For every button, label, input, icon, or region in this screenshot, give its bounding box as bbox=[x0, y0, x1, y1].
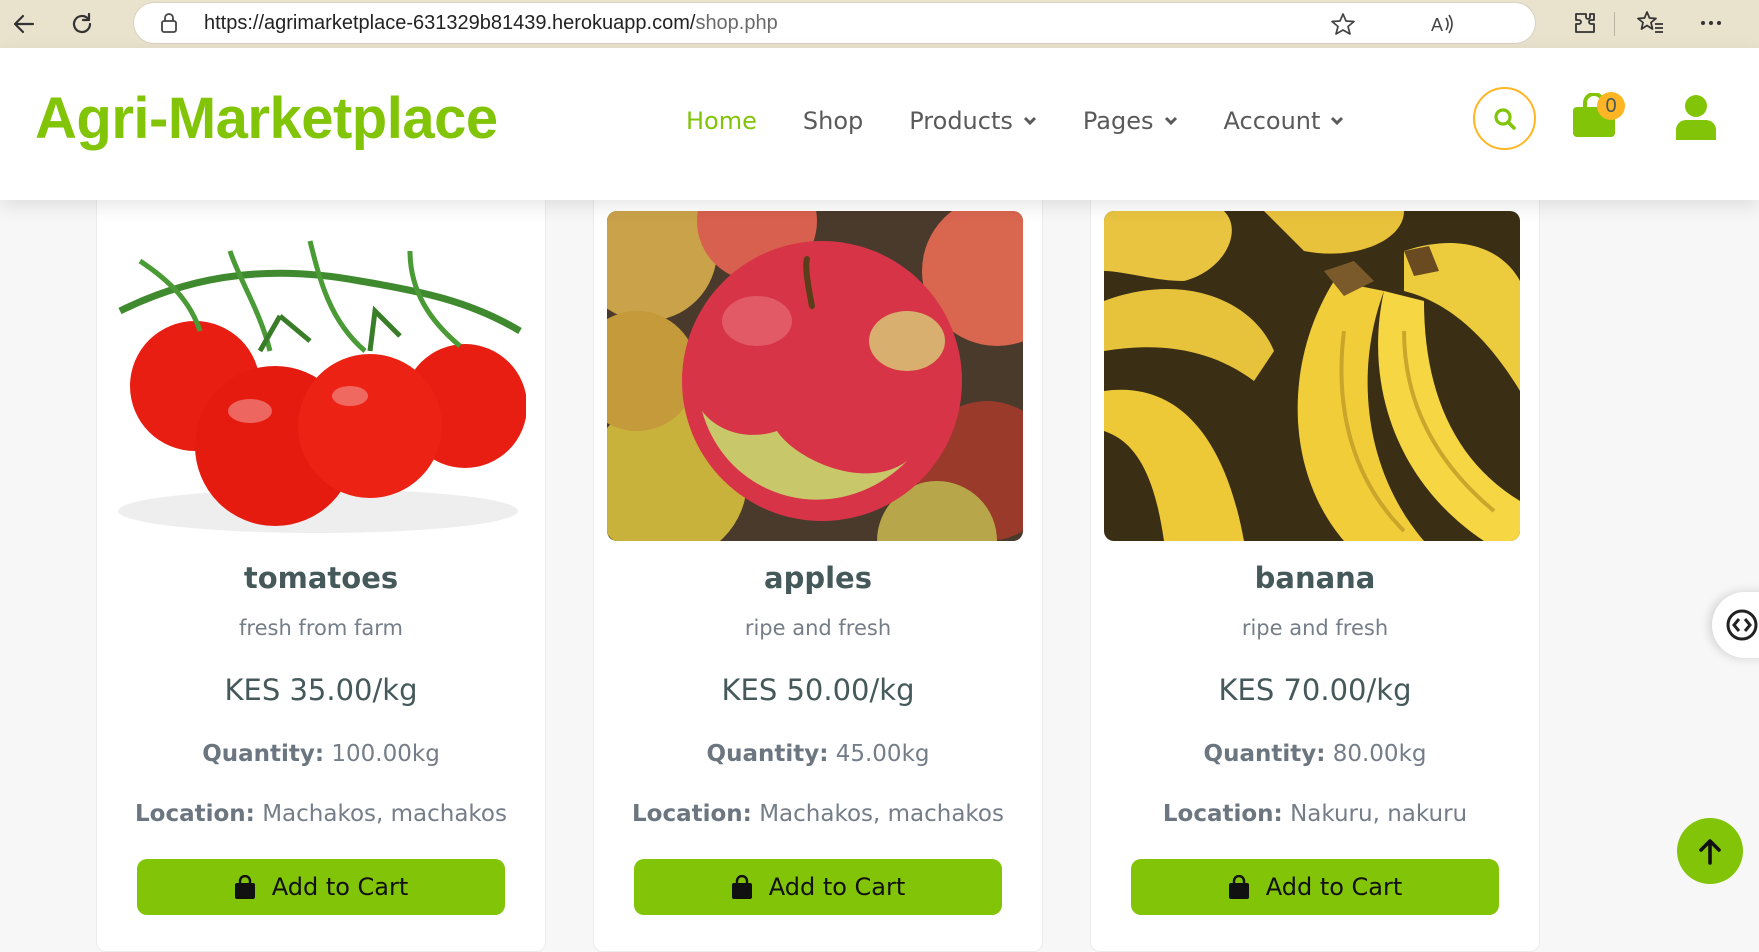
banana-image bbox=[1104, 211, 1520, 541]
quantity-label: Quantity: bbox=[706, 741, 829, 767]
chevron-down-icon bbox=[1023, 116, 1036, 126]
browser-toolbar: https://agrimarketplace-631329b81439.her… bbox=[0, 0, 1759, 48]
chevron-down-icon bbox=[1164, 116, 1177, 126]
add-to-cart-button[interactable]: Add to Cart bbox=[634, 859, 1002, 915]
location-value: Nakuru, nakuru bbox=[1290, 801, 1468, 827]
search-icon bbox=[1493, 107, 1516, 130]
nav-home[interactable]: Home bbox=[686, 107, 757, 135]
quantity-value: 80.00kg bbox=[1332, 741, 1427, 767]
extensions-icon[interactable] bbox=[1572, 10, 1598, 36]
favorites-icon[interactable] bbox=[1636, 10, 1664, 36]
product-location: Location: Nakuru, nakuru bbox=[1091, 801, 1539, 827]
nav-shop[interactable]: Shop bbox=[803, 107, 863, 135]
product-name[interactable]: apples bbox=[594, 561, 1042, 595]
product-image-tomatoes[interactable] bbox=[110, 211, 526, 541]
site-logo[interactable]: Agri-Marketplace bbox=[35, 85, 498, 152]
product-description: fresh from farm bbox=[239, 616, 403, 640]
location-value: Machakos, machakos bbox=[759, 801, 1004, 827]
quantity-label: Quantity: bbox=[1203, 741, 1326, 767]
product-card: apples ripe and fresh KES 50.00/kg Quant… bbox=[593, 190, 1043, 952]
product-image-apples[interactable] bbox=[607, 211, 1023, 541]
quantity-value: 100.00kg bbox=[331, 741, 440, 767]
product-location: Location: Machakos, machakos bbox=[97, 801, 545, 827]
product-name[interactable]: tomatoes bbox=[97, 561, 545, 595]
quantity-label: Quantity: bbox=[202, 741, 325, 767]
arrow-up-icon bbox=[1699, 839, 1721, 865]
back-button[interactable] bbox=[6, 6, 42, 42]
refresh-icon bbox=[72, 12, 92, 34]
star-icon[interactable] bbox=[1330, 12, 1356, 36]
shopping-bag-icon bbox=[731, 875, 752, 899]
more-icon[interactable] bbox=[1698, 10, 1724, 36]
address-bar[interactable]: https://agrimarketplace-631329b81439.her… bbox=[134, 3, 1535, 43]
shopping-bag-icon bbox=[234, 875, 255, 899]
nav-products[interactable]: Products bbox=[909, 107, 1037, 135]
site-header: Agri-Marketplace Home Shop Products Page… bbox=[0, 48, 1759, 200]
location-value: Machakos, machakos bbox=[262, 801, 507, 827]
product-quantity: Quantity: 80.00kg bbox=[1091, 741, 1539, 767]
product-description: ripe and fresh bbox=[744, 616, 892, 640]
cart-count-badge: 0 bbox=[1597, 92, 1625, 120]
code-icon bbox=[1726, 609, 1758, 641]
main-nav: Home Shop Products Pages Account bbox=[686, 107, 1390, 135]
user-icon[interactable] bbox=[1675, 94, 1717, 140]
nav-products-label: Products bbox=[909, 107, 1013, 135]
nav-shop-label: Shop bbox=[802, 107, 864, 135]
search-button[interactable] bbox=[1473, 87, 1536, 150]
add-to-cart-label: Add to Cart bbox=[768, 873, 906, 901]
nav-account[interactable]: Account bbox=[1224, 107, 1345, 135]
product-card: banana ripe and fresh KES 70.00/kg Quant… bbox=[1090, 190, 1540, 952]
location-label: Location: bbox=[632, 801, 752, 827]
refresh-button[interactable] bbox=[64, 6, 100, 42]
product-card: tomatoes fresh from farm KES 35.00/kg Qu… bbox=[96, 190, 546, 952]
tomatoes-image bbox=[110, 211, 526, 541]
svg-text:A: A bbox=[1431, 15, 1443, 35]
shopping-bag-icon bbox=[1228, 875, 1249, 899]
product-location: Location: Machakos, machakos bbox=[594, 801, 1042, 827]
location-label: Location: bbox=[1162, 801, 1283, 827]
read-aloud-icon[interactable]: A bbox=[1430, 12, 1456, 36]
quantity-value: 45.00kg bbox=[835, 741, 930, 767]
nav-account-label: Account bbox=[1223, 107, 1321, 135]
location-label: Location: bbox=[135, 801, 255, 827]
add-to-cart-label: Add to Cart bbox=[1265, 873, 1403, 901]
product-description: ripe and fresh bbox=[1241, 616, 1389, 640]
side-widget-tab[interactable] bbox=[1712, 592, 1759, 658]
lock-icon bbox=[161, 13, 177, 33]
url-host: https://agrimarketplace-631329b81439.her… bbox=[204, 12, 696, 34]
product-price: KES 70.00/kg bbox=[1218, 673, 1412, 707]
url-text: https://agrimarketplace-631329b81439.her… bbox=[204, 12, 778, 35]
add-to-cart-button[interactable]: Add to Cart bbox=[1131, 859, 1499, 915]
product-quantity: Quantity: 100.00kg bbox=[97, 741, 545, 767]
product-quantity: Quantity: 45.00kg bbox=[594, 741, 1042, 767]
back-to-top-button[interactable] bbox=[1677, 818, 1743, 884]
chevron-down-icon bbox=[1331, 116, 1344, 126]
add-to-cart-button[interactable]: Add to Cart bbox=[137, 859, 505, 915]
nav-home-label: Home bbox=[686, 107, 757, 135]
product-name[interactable]: banana bbox=[1091, 561, 1539, 595]
nav-pages[interactable]: Pages bbox=[1083, 107, 1178, 135]
toolbar-divider bbox=[1614, 12, 1615, 36]
apples-image bbox=[607, 211, 1023, 541]
back-icon bbox=[13, 14, 35, 34]
product-image-banana[interactable] bbox=[1104, 211, 1520, 541]
add-to-cart-label: Add to Cart bbox=[271, 873, 409, 901]
url-path: shop.php bbox=[695, 12, 778, 34]
product-price: KES 50.00/kg bbox=[721, 673, 915, 707]
nav-pages-label: Pages bbox=[1082, 107, 1154, 135]
product-price: KES 35.00/kg bbox=[224, 673, 418, 707]
